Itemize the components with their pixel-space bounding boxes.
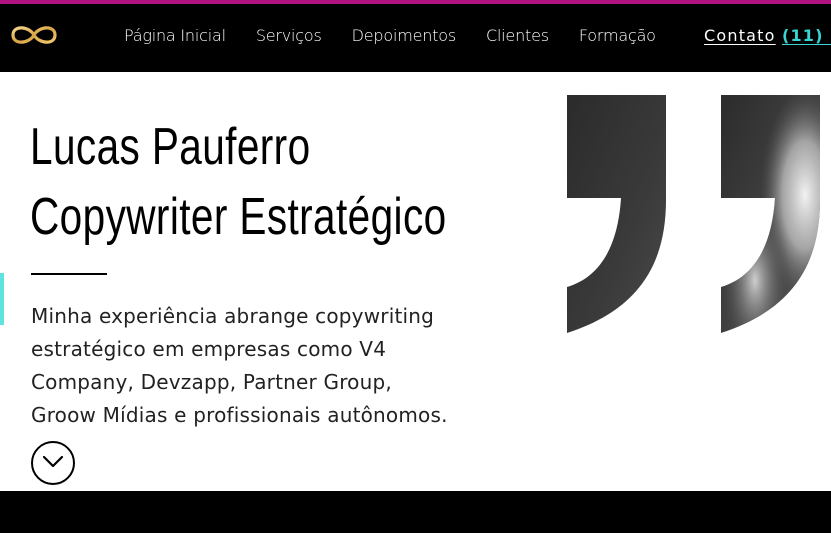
hero-title: Lucas Pauferro Copywriter Estratégico — [30, 112, 447, 252]
bottom-band — [0, 491, 831, 533]
nav-item-clients[interactable]: Clientes — [486, 24, 549, 48]
contact-phone[interactable]: (11) 9 — [782, 26, 831, 45]
hero-title-role: Copywriter Estratégico — [30, 188, 447, 246]
infinity-icon[interactable] — [9, 22, 59, 48]
site-header: Página Inicial Serviços Depoimentos Clie… — [0, 0, 831, 72]
nav-item-home[interactable]: Página Inicial — [124, 24, 226, 48]
hero-divider — [31, 273, 107, 275]
contact-label[interactable]: Contato — [704, 26, 776, 45]
hero-description: Minha experiência abrange copywriting es… — [31, 304, 448, 427]
hero-title-name: Lucas Pauferro — [30, 118, 311, 176]
page: Página Inicial Serviços Depoimentos Clie… — [0, 0, 831, 533]
scroll-down-button[interactable] — [31, 441, 75, 485]
header-accent-bar — [0, 0, 831, 4]
nav-item-testimonials[interactable]: Depoimentos — [352, 24, 457, 48]
side-marker — [0, 273, 4, 325]
contact-link[interactable]: Contato (11) 9 — [704, 24, 831, 48]
nav-item-services[interactable]: Serviços — [256, 24, 322, 48]
main-nav: Página Inicial Serviços Depoimentos Clie… — [124, 24, 686, 48]
nav-item-education[interactable]: Formação — [579, 24, 656, 48]
chevron-down-icon — [42, 455, 64, 468]
closing-quote-icon — [721, 95, 820, 333]
closing-quote-icon — [567, 95, 666, 333]
